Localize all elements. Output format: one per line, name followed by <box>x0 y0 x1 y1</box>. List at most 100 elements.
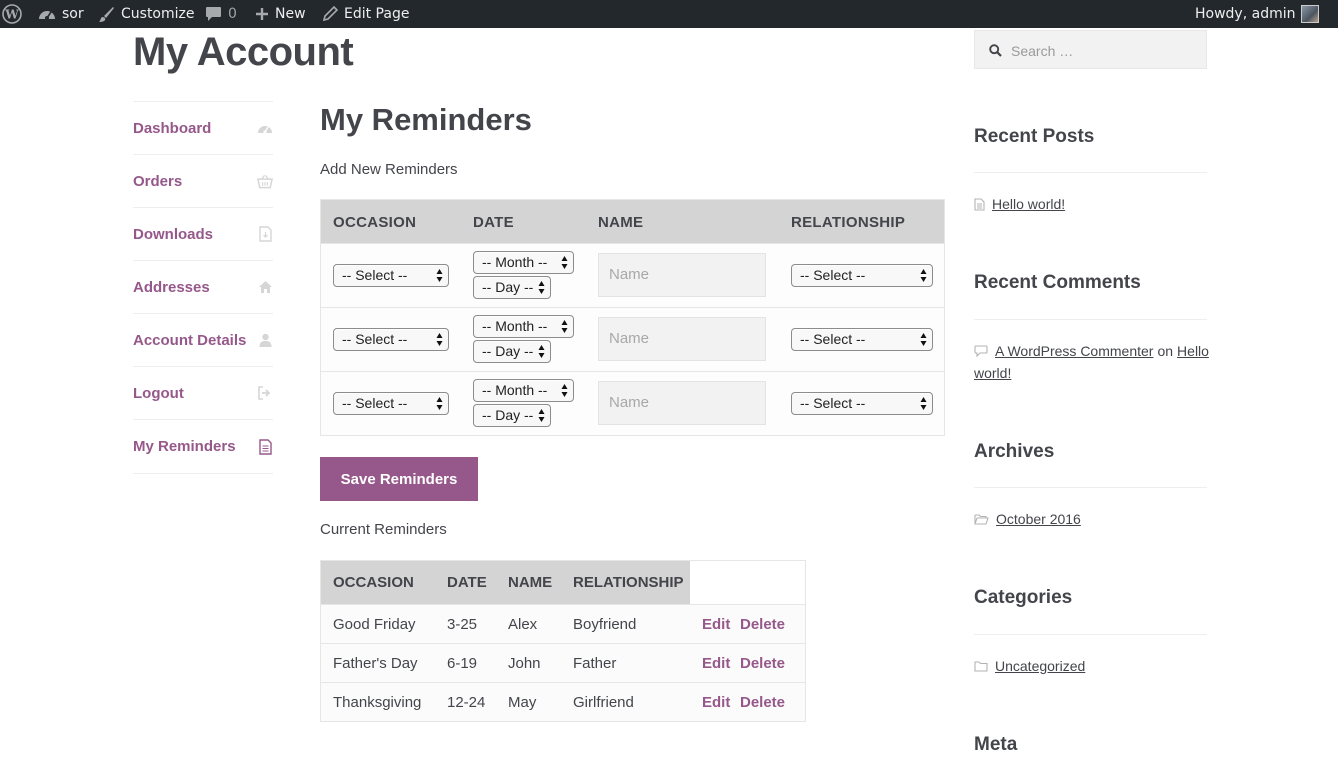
column-date: DATE <box>447 574 487 591</box>
svg-text:W: W <box>4 8 19 22</box>
relationship-select[interactable]: -- Select -- <box>791 264 933 287</box>
recent-comment-item: A WordPress Commenter on Hello <box>974 340 1209 362</box>
comments-link[interactable]: 0 <box>205 0 237 28</box>
relationship-cell: Girlfriend <box>573 694 634 711</box>
select-arrows-icon <box>436 397 443 410</box>
search-input[interactable] <box>1009 39 1203 63</box>
edit-page-label: Edit Page <box>344 6 410 22</box>
edit-link[interactable]: Edit <box>702 655 730 672</box>
nav-item-account-details[interactable]: Account Details <box>133 313 273 366</box>
delete-link[interactable]: Delete <box>740 694 785 711</box>
dashboard-icon <box>257 120 273 136</box>
nav-item-logout[interactable]: Logout <box>133 366 273 419</box>
month-select[interactable]: -- Month -- <box>473 379 574 402</box>
name-cell: May <box>508 694 537 711</box>
category-item: Uncategorized <box>974 655 1085 677</box>
edit-link[interactable]: Edit <box>702 616 730 633</box>
new-content-link[interactable]: New <box>255 0 306 28</box>
edit-link[interactable]: Edit <box>702 694 730 711</box>
document-icon <box>974 197 985 211</box>
day-select[interactable]: -- Day -- <box>473 276 551 299</box>
nav-item-addresses[interactable]: Addresses <box>133 260 273 313</box>
page-title: My Account <box>133 30 354 74</box>
table-row: Good Friday 3-25 Alex Boyfriend Edit Del… <box>321 604 805 643</box>
recent-post-item: Hello world! <box>974 193 1065 215</box>
customize-link[interactable]: Customize <box>98 0 195 28</box>
name-input-placeholder: Name <box>609 266 650 283</box>
archive-item: October 2016 <box>974 508 1081 530</box>
delete-link[interactable]: Delete <box>740 616 785 633</box>
relationship-select[interactable]: -- Select -- <box>791 392 933 415</box>
recent-posts-title: Recent Posts <box>974 126 1095 147</box>
add-reminder-row: -- Select -- -- Month -- -- Day -- Name … <box>321 371 944 435</box>
nav-item-my-reminders[interactable]: My Reminders <box>133 419 273 474</box>
comment-post-link-continued[interactable]: world! <box>974 362 1011 384</box>
select-arrows-icon <box>538 281 545 294</box>
my-account-link[interactable]: Howdy, admin <box>1195 0 1320 28</box>
select-arrows-icon <box>561 320 568 333</box>
recent-post-link[interactable]: Hello world! <box>992 193 1065 215</box>
select-arrows-icon <box>561 384 568 397</box>
file-download-icon <box>257 226 273 242</box>
avatar <box>1301 5 1320 23</box>
search-icon <box>989 44 1002 57</box>
comment-post-link[interactable]: Hello <box>1177 340 1209 362</box>
nav-item-downloads[interactable]: Downloads <box>133 207 273 260</box>
month-select[interactable]: -- Month -- <box>473 315 574 338</box>
name-input[interactable]: Name <box>598 317 766 361</box>
edit-page-link[interactable]: Edit Page <box>322 0 409 28</box>
widget-divider <box>974 487 1207 488</box>
folder-open-icon <box>974 514 989 525</box>
site-name: sor <box>62 6 84 22</box>
month-select[interactable]: -- Month -- <box>473 251 574 274</box>
save-reminders-button[interactable]: Save Reminders <box>320 457 478 501</box>
occasion-select[interactable]: -- Select -- <box>333 392 449 415</box>
day-select-value: -- Day -- <box>482 343 534 359</box>
archives-title: Archives <box>974 441 1055 462</box>
folder-icon <box>974 661 988 672</box>
day-select[interactable]: -- Day -- <box>473 340 551 363</box>
nav-item-label: Addresses <box>133 278 210 296</box>
relationship-select-value: -- Select -- <box>800 267 866 283</box>
plus-icon <box>256 8 268 20</box>
name-input[interactable]: Name <box>598 381 766 425</box>
wordpress-logo-icon[interactable]: W <box>2 0 22 28</box>
admin-bar: W sor Customize 0 New Edit Page Howdy, a… <box>0 0 1338 28</box>
date-cell: 6-19 <box>447 655 478 672</box>
comments-count: 0 <box>228 6 237 22</box>
widget-divider <box>974 172 1207 173</box>
pencil-icon <box>322 6 338 22</box>
relationship-select-value: -- Select -- <box>800 395 866 411</box>
occasion-select[interactable]: -- Select -- <box>333 264 449 287</box>
customize-label: Customize <box>121 6 195 22</box>
nav-item-orders[interactable]: Orders <box>133 154 273 207</box>
current-reminders-label: Current Reminders <box>320 521 447 538</box>
dashboard-icon <box>39 11 55 20</box>
delete-link[interactable]: Delete <box>740 655 785 672</box>
name-input[interactable]: Name <box>598 253 766 297</box>
recent-comment-item-wrap: world! <box>974 362 1011 384</box>
widget-divider <box>974 319 1207 320</box>
column-occasion: OCCASION <box>333 574 414 591</box>
occasion-select[interactable]: -- Select -- <box>333 328 449 351</box>
nav-item-dashboard[interactable]: Dashboard <box>133 101 273 154</box>
nav-item-label: Dashboard <box>133 119 212 137</box>
relationship-select[interactable]: -- Select -- <box>791 328 933 351</box>
day-select[interactable]: -- Day -- <box>473 404 551 427</box>
user-icon <box>257 332 273 348</box>
site-name-link[interactable]: sor <box>38 0 84 28</box>
category-link[interactable]: Uncategorized <box>995 655 1085 677</box>
nav-item-label: Downloads <box>133 225 214 243</box>
nav-item-label: My Reminders <box>133 438 236 455</box>
add-table-header: OCCASION DATE NAME RELATIONSHIP <box>321 200 944 243</box>
month-select-value: -- Month -- <box>482 382 548 398</box>
archive-link[interactable]: October 2016 <box>996 508 1081 530</box>
date-cell: 3-25 <box>447 616 478 633</box>
current-table-header: OCCASION DATE NAME RELATIONSHIP <box>321 561 805 604</box>
select-arrows-icon <box>920 397 927 410</box>
comment-author-link[interactable]: A WordPress Commenter <box>995 340 1153 362</box>
occasion-cell: Thanksgiving <box>333 694 422 711</box>
relationship-select-value: -- Select -- <box>800 331 866 347</box>
document-icon <box>257 438 273 455</box>
name-input-placeholder: Name <box>609 394 650 411</box>
